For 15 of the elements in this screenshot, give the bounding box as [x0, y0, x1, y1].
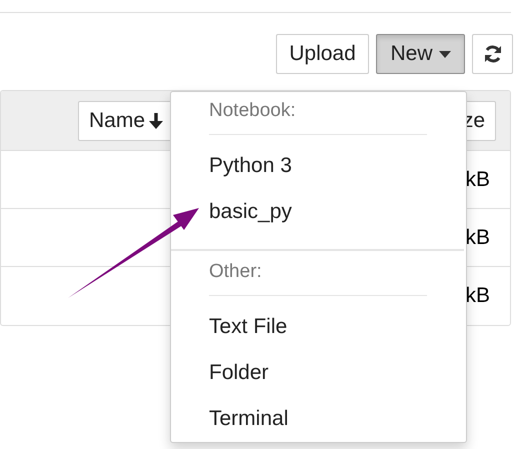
size-cell-text: kB	[465, 224, 490, 251]
size-cell-text: kB	[465, 283, 490, 310]
size-cell-text: kB	[465, 166, 490, 193]
menu-item[interactable]: basic_py	[171, 189, 466, 235]
menu-item[interactable]: Terminal	[171, 396, 466, 442]
menu-item[interactable]: Python 3	[171, 143, 466, 189]
menu-item[interactable]: Text File	[171, 304, 466, 350]
new-button[interactable]: New	[376, 34, 465, 74]
caret-icon	[438, 50, 450, 58]
refresh-button[interactable]	[472, 34, 513, 74]
menu-item[interactable]: Folder	[171, 350, 466, 396]
refresh-icon	[482, 44, 502, 64]
down-arrow-icon	[149, 112, 164, 130]
upload-button[interactable]: Upload	[276, 34, 369, 74]
menu-section-header: Other:	[209, 260, 262, 284]
